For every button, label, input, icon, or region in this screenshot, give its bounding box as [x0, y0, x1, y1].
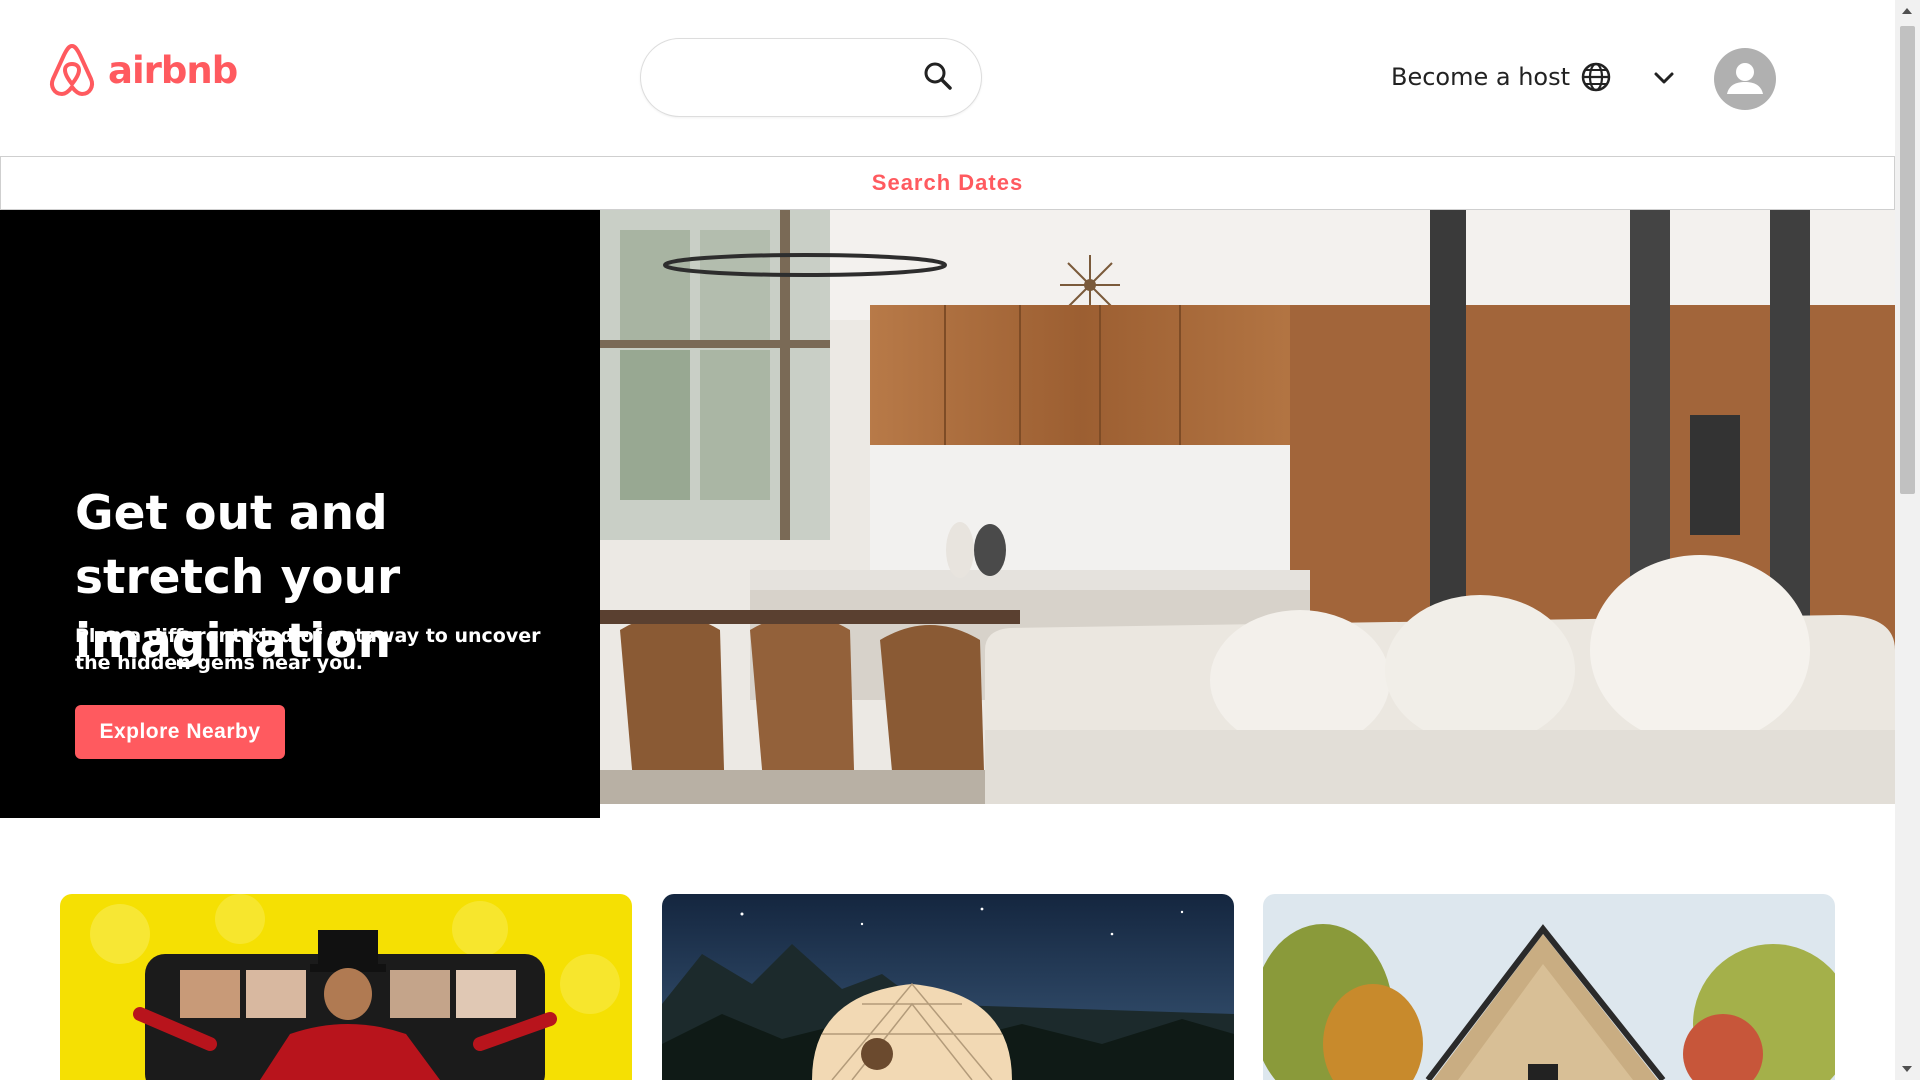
modern-kitchen-living-room-photo	[600, 210, 1895, 804]
experience-card[interactable]	[1263, 894, 1835, 1080]
search-icon[interactable]	[922, 60, 954, 92]
hero-image	[600, 210, 1895, 804]
search-input[interactable]	[663, 55, 903, 101]
page-scrollbar[interactable]	[1895, 0, 1920, 1080]
hero-subtitle: Plan a different kind of getaway to unco…	[75, 625, 541, 674]
avatar-icon	[1727, 63, 1763, 94]
online-experience-host-photo	[60, 894, 632, 1080]
a-frame-cabin-photo	[1263, 894, 1835, 1080]
scroll-down-icon[interactable]	[1902, 1066, 1912, 1072]
search-dates-button[interactable]: Search Dates	[0, 156, 1895, 210]
globe-icon[interactable]	[1580, 61, 1612, 93]
become-a-host-link[interactable]: Become a host	[1391, 63, 1570, 91]
airbnb-belo-icon	[50, 44, 94, 96]
geodesic-dome-night-photo	[662, 894, 1234, 1080]
explore-nearby-button[interactable]: Explore Nearby	[75, 705, 285, 759]
avatar[interactable]	[1714, 48, 1776, 110]
top-header: airbnb Become a host	[0, 0, 1895, 156]
experience-card[interactable]	[662, 894, 1234, 1080]
search-dates-label: Search Dates	[871, 170, 1024, 195]
chevron-down-icon[interactable]	[1652, 68, 1676, 88]
logo-wordmark: airbnb	[108, 48, 238, 92]
scroll-up-icon[interactable]	[1902, 8, 1912, 14]
airbnb-logo[interactable]: airbnb	[44, 40, 238, 100]
experience-card[interactable]	[60, 894, 632, 1080]
scroll-thumb[interactable]	[1900, 26, 1915, 494]
